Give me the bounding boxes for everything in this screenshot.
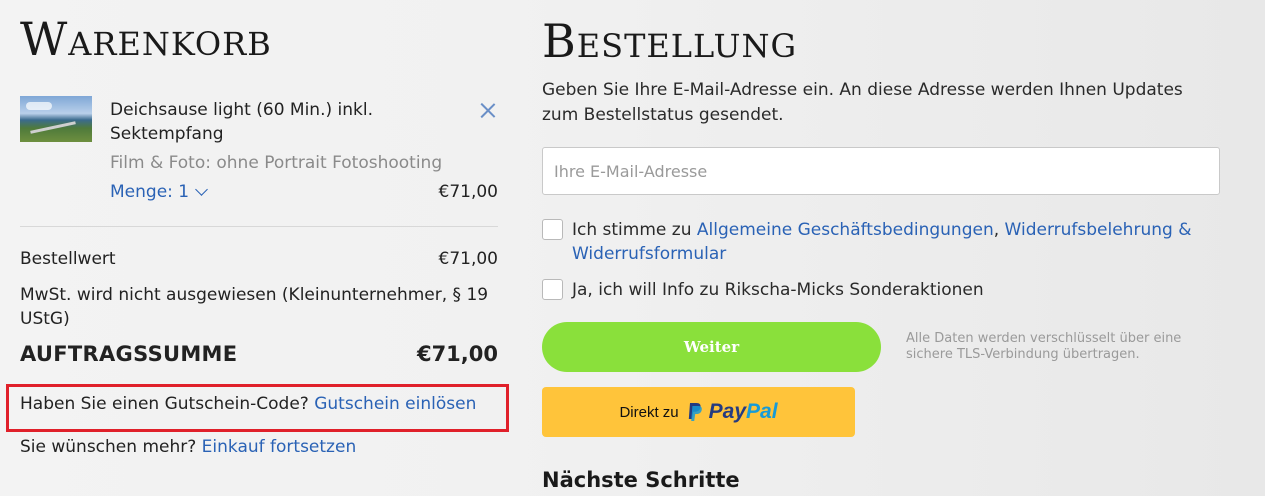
chevron-down-icon [195,183,208,196]
coupon-question: Haben Sie einen Gutschein-Code? [20,394,309,414]
cart-heading: Warenkorb [20,12,272,66]
continue-shopping-row: Sie wünschen mehr? Einkauf fortsetzen [20,437,356,457]
email-intro-text: Geben Sie Ihre E-Mail-Adresse ein. An di… [542,80,1183,125]
newsletter-checkbox[interactable] [542,279,563,300]
continue-shopping-link[interactable]: Einkauf fortsetzen [202,437,357,457]
order-heading: Bestellung [542,14,798,68]
cart-item-title: Deichsause light (60 Min.) inkl. Sektemp… [110,100,373,144]
total-label: AUFTRAGSSUMME [20,342,238,366]
next-steps-heading: Nächste Schritte [542,468,740,492]
quantity-selector[interactable]: Menge: 1 [110,182,208,202]
paypal-wordmark: PayPal [708,400,778,423]
subtotal-value: €71,00 [438,249,498,269]
coupon-row: Haben Sie einen Gutschein-Code? Gutschei… [20,394,476,414]
subtotal-label: Bestellwert [20,249,116,269]
continue-button[interactable]: Weiter [542,322,881,372]
terms-label: Ich stimme zu Allgemeine Geschäftsbeding… [572,218,1222,266]
redeem-coupon-link[interactable]: Gutschein einlösen [314,394,476,414]
more-question: Sie wünschen mehr? [20,437,197,457]
cart-item-price: €71,00 [438,182,498,202]
email-input[interactable] [542,147,1220,195]
paypal-prefix: Direkt zu [619,403,679,421]
product-thumbnail [20,96,92,142]
terms-prefix: Ich stimme zu [572,220,692,240]
paypal-button[interactable]: Direkt zu PayPal [542,387,855,437]
paypal-icon [687,402,703,422]
quantity-label: Menge: 1 [110,182,190,202]
terms-separator: , [993,220,1000,240]
vat-note: MwSt. wird nicht ausgewiesen (Kleinunter… [20,285,489,329]
divider [20,226,498,227]
secure-note: Alle Daten werden verschlüsselt über ein… [906,331,1182,362]
close-icon[interactable] [478,100,498,120]
total-value: €71,00 [416,342,498,366]
newsletter-label: Ja, ich will Info zu Rikscha-Micks Sonde… [572,280,984,300]
terms-checkbox[interactable] [542,219,563,240]
cart-item-variant: Film & Foto: ohne Portrait Fotoshooting [110,153,443,173]
terms-link[interactable]: Allgemeine Geschäftsbedingungen [697,220,994,240]
